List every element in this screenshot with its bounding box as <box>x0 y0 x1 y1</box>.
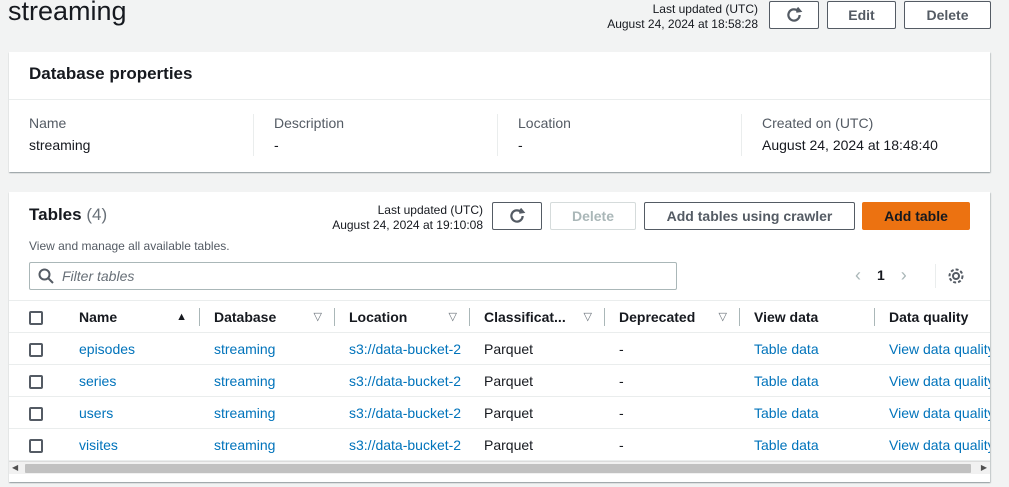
pager-divider <box>935 264 936 288</box>
prop-name: Name streaming <box>29 115 91 153</box>
table-header-row: Name ▲ Database ▽ Location ▽ Classificat...… <box>9 300 990 333</box>
location-link[interactable]: s3://data-bucket-2 <box>349 373 461 389</box>
gear-icon[interactable] <box>947 267 965 290</box>
tables-count: (4) <box>86 205 108 224</box>
data-quality-link[interactable]: View data quality <box>889 373 990 389</box>
data-quality-link[interactable]: View data quality <box>889 437 990 453</box>
data-quality-link[interactable]: View data quality <box>889 405 990 421</box>
edit-button[interactable]: Edit <box>827 1 896 29</box>
database-link[interactable]: streaming <box>214 341 275 357</box>
row-checkbox[interactable] <box>29 374 43 389</box>
database-link[interactable]: streaming <box>214 405 275 421</box>
data-quality-link[interactable]: View data quality <box>889 341 990 357</box>
table-data-link[interactable]: Table data <box>754 437 819 453</box>
scroll-thumb[interactable] <box>25 464 971 473</box>
table-row: users streaming s3://data-bucket-2 Parqu… <box>9 396 990 429</box>
classification-cell: Parquet <box>484 332 619 365</box>
classification-cell: Parquet <box>484 428 619 461</box>
horizontal-scrollbar[interactable]: ◀ ▶ <box>9 461 990 474</box>
deprecated-cell: - <box>619 428 754 461</box>
properties-header: Database properties <box>9 52 990 100</box>
prop-created-on: Created on (UTC) August 24, 2024 at 18:4… <box>741 114 985 156</box>
select-all-cell <box>9 300 79 333</box>
prev-page-icon[interactable]: ‹ <box>855 266 861 284</box>
select-all-checkbox[interactable] <box>29 310 43 325</box>
database-link[interactable]: streaming <box>214 437 275 453</box>
table-row: episodes streaming s3://data-bucket-2 Pa… <box>9 332 990 365</box>
scroll-right-icon[interactable]: ▶ <box>981 463 987 472</box>
row-checkbox[interactable] <box>29 342 43 357</box>
add-tables-crawler-button[interactable]: Add tables using crawler <box>644 202 855 230</box>
sort-asc-icon: ▲ <box>176 310 187 323</box>
deprecated-cell: - <box>619 364 754 397</box>
location-link[interactable]: s3://data-bucket-2 <box>349 405 461 421</box>
col-name[interactable]: Name ▲ <box>79 300 214 333</box>
deprecated-cell: - <box>619 396 754 429</box>
prop-description: Description - <box>253 114 497 156</box>
col-database[interactable]: Database ▽ <box>214 300 349 333</box>
filter-tables-input[interactable]: Filter tables <box>29 262 677 290</box>
table-name-link[interactable]: users <box>79 405 113 421</box>
table-row: visites streaming s3://data-bucket-2 Par… <box>9 428 990 461</box>
next-page-icon[interactable]: › <box>901 266 907 284</box>
row-checkbox[interactable] <box>29 438 43 453</box>
delete-database-button[interactable]: Delete <box>904 1 991 29</box>
refresh-icon <box>787 6 803 22</box>
table-name-link[interactable]: episodes <box>79 341 135 357</box>
deprecated-cell: - <box>619 332 754 365</box>
table-name-link[interactable]: visites <box>79 437 118 453</box>
col-classification[interactable]: Classificat... ▽ <box>484 300 619 333</box>
tables-refresh-button[interactable] <box>492 202 542 230</box>
tables-title: Tables (4) <box>29 205 108 224</box>
col-deprecated[interactable]: Deprecated ▽ <box>619 300 754 333</box>
scroll-left-icon[interactable]: ◀ <box>12 463 18 472</box>
delete-table-button[interactable]: Delete <box>550 202 636 230</box>
database-link[interactable]: streaming <box>214 373 275 389</box>
prop-location: Location - <box>497 114 741 156</box>
refresh-button[interactable] <box>769 1 819 29</box>
tables-description: View and manage all available tables. <box>29 239 230 253</box>
location-link[interactable]: s3://data-bucket-2 <box>349 341 461 357</box>
search-icon <box>38 268 54 284</box>
last-updated: Last updated (UTC) August 24, 2024 at 18… <box>607 2 758 31</box>
sort-icon: ▽ <box>313 311 322 323</box>
classification-cell: Parquet <box>484 396 619 429</box>
properties-grid: Name streaming Description - Location - … <box>9 100 990 156</box>
col-data-quality: Data quality <box>889 300 990 333</box>
table-data-link[interactable]: Table data <box>754 341 819 357</box>
sort-icon: ▽ <box>448 311 457 323</box>
location-link[interactable]: s3://data-bucket-2 <box>349 437 461 453</box>
table-data-link[interactable]: Table data <box>754 373 819 389</box>
tables-last-updated: Last updated (UTC) August 24, 2024 at 19… <box>332 203 483 232</box>
table-name-link[interactable]: series <box>79 373 116 389</box>
database-properties-panel: Database properties Name streaming Descr… <box>9 52 990 172</box>
add-table-button[interactable]: Add table <box>862 202 970 230</box>
page-number[interactable]: 1 <box>877 267 885 283</box>
tables-table: Name ▲ Database ▽ Location ▽ Classificat...… <box>9 300 990 461</box>
sort-icon: ▽ <box>583 311 592 323</box>
tables-panel: Tables (4) View and manage all available… <box>9 192 990 482</box>
table-data-link[interactable]: Table data <box>754 405 819 421</box>
refresh-icon <box>510 207 526 223</box>
sort-icon: ▽ <box>718 311 727 323</box>
page-title: streaming <box>8 0 127 26</box>
col-view-data: View data <box>754 300 889 333</box>
row-checkbox[interactable] <box>29 406 43 421</box>
classification-cell: Parquet <box>484 364 619 397</box>
col-location[interactable]: Location ▽ <box>349 300 484 333</box>
table-row: series streaming s3://data-bucket-2 Parq… <box>9 364 990 397</box>
pagination: ‹ 1 › <box>855 266 907 284</box>
